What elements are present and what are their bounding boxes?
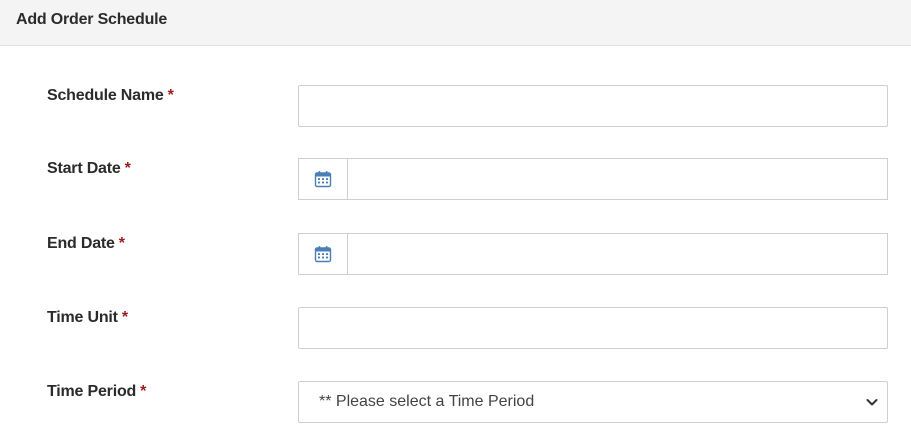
required-marker: *: [118, 235, 125, 252]
required-marker: *: [124, 160, 131, 177]
end-date-group: [298, 233, 888, 275]
schedule-name-label: Schedule Name *: [47, 87, 174, 105]
schedule-name-field[interactable]: [298, 85, 888, 127]
page-title: Add Order Schedule: [16, 11, 168, 28]
time-unit-label-text: Time Unit: [47, 309, 118, 326]
start-date-label: Start Date *: [47, 160, 131, 178]
end-date-input[interactable]: [347, 233, 888, 275]
time-period-selected-value: ** Please select a Time Period: [319, 393, 535, 410]
required-marker: *: [167, 87, 174, 104]
time-period-label: Time Period *: [47, 383, 146, 401]
start-date-input[interactable]: [347, 158, 888, 200]
time-unit-label: Time Unit *: [47, 309, 128, 327]
time-unit-field[interactable]: [298, 307, 888, 349]
calendar-icon: [314, 246, 332, 263]
calendar-icon: [314, 171, 332, 188]
start-date-label-text: Start Date: [47, 160, 121, 177]
time-period-label-text: Time Period: [47, 383, 137, 400]
schedule-name-label-text: Schedule Name: [47, 87, 164, 104]
required-marker: *: [140, 383, 147, 400]
required-marker: *: [121, 309, 128, 326]
end-date-picker-button[interactable]: [298, 233, 347, 275]
start-date-group: [298, 158, 888, 200]
start-date-picker-button[interactable]: [298, 158, 347, 200]
time-period-select[interactable]: ** Please select a Time Period: [298, 381, 888, 423]
end-date-label-text: End Date: [47, 235, 115, 252]
panel-header: Add Order Schedule: [0, 0, 911, 46]
end-date-label: End Date *: [47, 235, 125, 253]
chevron-down-icon: [866, 399, 878, 406]
